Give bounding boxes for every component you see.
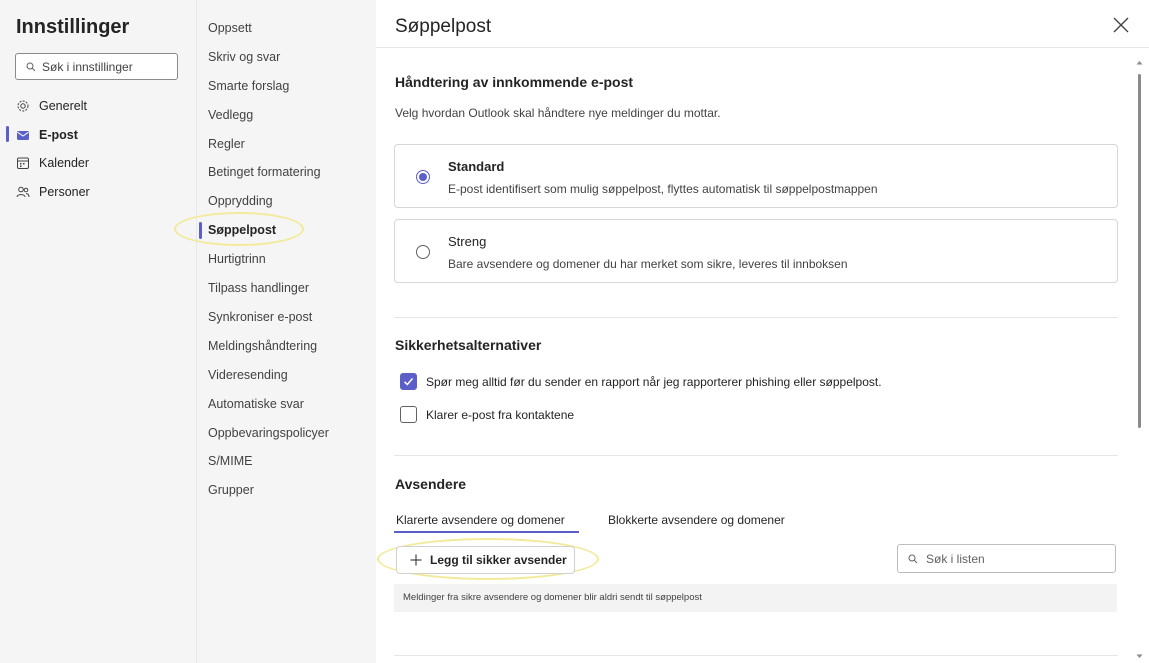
active-subitem-indicator — [199, 222, 202, 239]
active-tab-underline — [394, 531, 579, 533]
search-icon — [26, 62, 36, 71]
checkbox-unchecked[interactable] — [400, 406, 417, 423]
option-description: E-post identifisert som mulig søppelpost… — [448, 182, 878, 196]
category-label: E-post — [39, 128, 78, 142]
junk-email-settings-panel: Søppelpost Håndtering av innkommende e-p… — [376, 0, 1149, 663]
nav-item-grupper[interactable]: Grupper — [208, 481, 254, 499]
radio-standard[interactable] — [416, 170, 430, 184]
category-label: Kalender — [39, 156, 90, 170]
mail-icon — [17, 131, 29, 140]
nav-item-meldingshandtering[interactable]: Meldingshåndtering — [208, 337, 317, 355]
plus-icon — [410, 554, 422, 566]
incoming-heading: Håndtering av innkommende e-post — [395, 74, 634, 90]
search-icon — [908, 554, 918, 563]
option-title: Streng — [448, 234, 487, 249]
radio-streng[interactable] — [416, 245, 430, 259]
tab-trusted-senders[interactable]: Klarerte avsendere og domener — [396, 513, 565, 527]
add-safe-sender-label: Legg til sikker avsender — [430, 553, 567, 567]
page-title: Søppelpost — [395, 16, 492, 37]
scroll-up-icon[interactable] — [1136, 60, 1143, 65]
checkbox-trust-contacts[interactable]: Klarer e-post fra kontaktene — [400, 406, 574, 423]
nav-item-hurtigtrinn[interactable]: Hurtigtrinn — [208, 250, 266, 268]
settings-categories-pane: Innstillinger Søk i innstillinger Genere… — [0, 0, 196, 663]
nav-item-regler[interactable]: Regler — [208, 135, 245, 153]
senders-heading: Avsendere — [395, 476, 467, 492]
nav-item-smarte-forslag[interactable]: Smarte forslag — [208, 77, 289, 95]
category-personer[interactable]: Personer — [16, 183, 90, 201]
scroll-down-icon[interactable] — [1136, 654, 1143, 659]
nav-item-vedlegg[interactable]: Vedlegg — [208, 106, 253, 124]
close-icon[interactable] — [1110, 14, 1132, 36]
category-kalender[interactable]: Kalender — [16, 154, 89, 172]
checkbox-checked[interactable] — [400, 373, 417, 390]
nav-item-synkroniser-e-post[interactable]: Synkroniser e-post — [208, 308, 312, 326]
list-search-placeholder: Søk i listen — [926, 551, 985, 566]
settings-search-placeholder: Søk i innstillinger — [42, 59, 133, 74]
email-settings-nav: Oppsett Skriv og svar Smarte forslag Ved… — [174, 0, 376, 663]
add-safe-sender-button[interactable]: Legg til sikker avsender — [396, 546, 575, 574]
checkbox-label: Klarer e-post fra kontaktene — [426, 407, 575, 422]
checkbox-always-ask[interactable]: Spør meg alltid før du sender en rapport… — [400, 373, 882, 390]
scrollbar-thumb[interactable] — [1138, 74, 1141, 428]
nav-item-skriv-og-svar[interactable]: Skriv og svar — [208, 48, 280, 66]
option-standard[interactable]: Standard E-post identifisert som mulig s… — [394, 144, 1118, 208]
active-category-indicator — [6, 126, 9, 142]
nav-item-soppelpost[interactable]: Søppelpost — [208, 221, 276, 239]
checkmark-icon — [403, 378, 414, 386]
nav-item-videresending[interactable]: Videresending — [208, 366, 288, 384]
checkbox-label: Spør meg alltid før du sender en rapport… — [426, 374, 882, 389]
option-streng[interactable]: Streng Bare avsendere og domener du har … — [394, 219, 1118, 283]
nav-item-automatiske-svar[interactable]: Automatiske svar — [208, 395, 304, 413]
nav-item-tilpass-handlinger[interactable]: Tilpass handlinger — [208, 279, 309, 297]
header-divider — [376, 47, 1149, 48]
gear-icon — [17, 100, 29, 112]
category-label: Personer — [39, 185, 90, 199]
category-e-post[interactable]: E-post — [16, 126, 78, 144]
nav-item-smime[interactable]: S/MIME — [208, 452, 252, 470]
nav-item-betinget-formatering[interactable]: Betinget formatering — [208, 163, 321, 181]
option-description: Bare avsendere og domener du har merket … — [448, 257, 848, 271]
safe-senders-info: Meldinger fra sikre avsendere og domener… — [394, 584, 1117, 612]
nav-item-oppbevaringspolicyer[interactable]: Oppbevaringspolicyer — [208, 424, 329, 442]
category-label: Generelt — [39, 99, 87, 113]
category-generelt[interactable]: Generelt — [16, 97, 87, 115]
tab-blocked-senders[interactable]: Blokkerte avsendere og domener — [608, 513, 785, 527]
calendar-icon — [17, 157, 29, 169]
section-divider — [394, 455, 1118, 456]
settings-title: Innstillinger — [16, 16, 130, 38]
incoming-description: Velg hvordan Outlook skal håndtere nye m… — [395, 106, 721, 120]
people-icon — [16, 186, 30, 198]
list-search-input[interactable]: Søk i listen — [897, 544, 1116, 573]
option-title: Standard — [448, 159, 505, 174]
section-divider — [394, 317, 1118, 318]
security-heading: Sikkerhetsalternativer — [395, 337, 542, 353]
nav-item-oppsett[interactable]: Oppsett — [208, 19, 252, 37]
nav-item-opprydding[interactable]: Opprydding — [208, 192, 273, 210]
section-divider — [394, 655, 1118, 656]
settings-search-input[interactable]: Søk i innstillinger — [15, 53, 178, 80]
